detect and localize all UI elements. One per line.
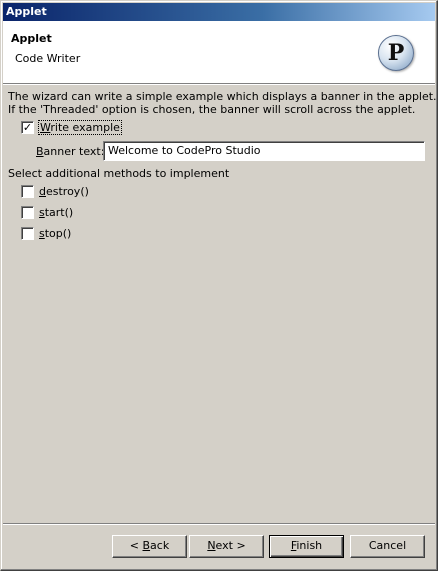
- write-example-checkbox[interactable]: ✓ Write example: [21, 120, 122, 135]
- banner-subtitle: Code Writer: [15, 52, 81, 65]
- wizard-window: Applet Applet Code Writer P The wizard c…: [0, 0, 438, 571]
- destroy-label: destroy(): [39, 185, 89, 198]
- window-title[interactable]: Applet: [3, 3, 435, 21]
- destroy-checkbox[interactable]: destroy(): [21, 184, 89, 199]
- checkbox-icon[interactable]: [21, 184, 34, 198]
- wizard-banner: Applet Code Writer P: [3, 21, 435, 84]
- banner-divider: [3, 84, 435, 85]
- stop-checkbox[interactable]: stop(): [21, 226, 72, 241]
- description-line-2: If the 'Threaded' option is chosen, the …: [8, 103, 416, 116]
- methods-heading: Select additional methods to implement: [8, 167, 230, 180]
- checkbox-checked-icon[interactable]: ✓: [21, 120, 34, 134]
- codepro-logo-icon: P: [378, 35, 414, 71]
- checkbox-icon[interactable]: [21, 205, 34, 219]
- description-line-1: The wizard can write a simple example wh…: [8, 90, 437, 103]
- banner-text-input[interactable]: Welcome to CodePro Studio: [103, 141, 425, 161]
- stop-label: stop(): [39, 227, 72, 240]
- banner-text-label: Banner text:: [36, 145, 105, 158]
- write-example-label: Write example: [38, 120, 122, 135]
- cancel-button[interactable]: Cancel: [350, 535, 425, 558]
- checkbox-icon[interactable]: [21, 226, 34, 240]
- button-bar-divider: [3, 523, 435, 525]
- next-button[interactable]: Next >: [189, 535, 264, 558]
- finish-button[interactable]: Finish: [269, 535, 344, 558]
- start-label: start(): [39, 206, 74, 219]
- banner-title: Applet: [11, 32, 52, 45]
- start-checkbox[interactable]: start(): [21, 205, 74, 220]
- back-button[interactable]: < Back: [112, 535, 187, 558]
